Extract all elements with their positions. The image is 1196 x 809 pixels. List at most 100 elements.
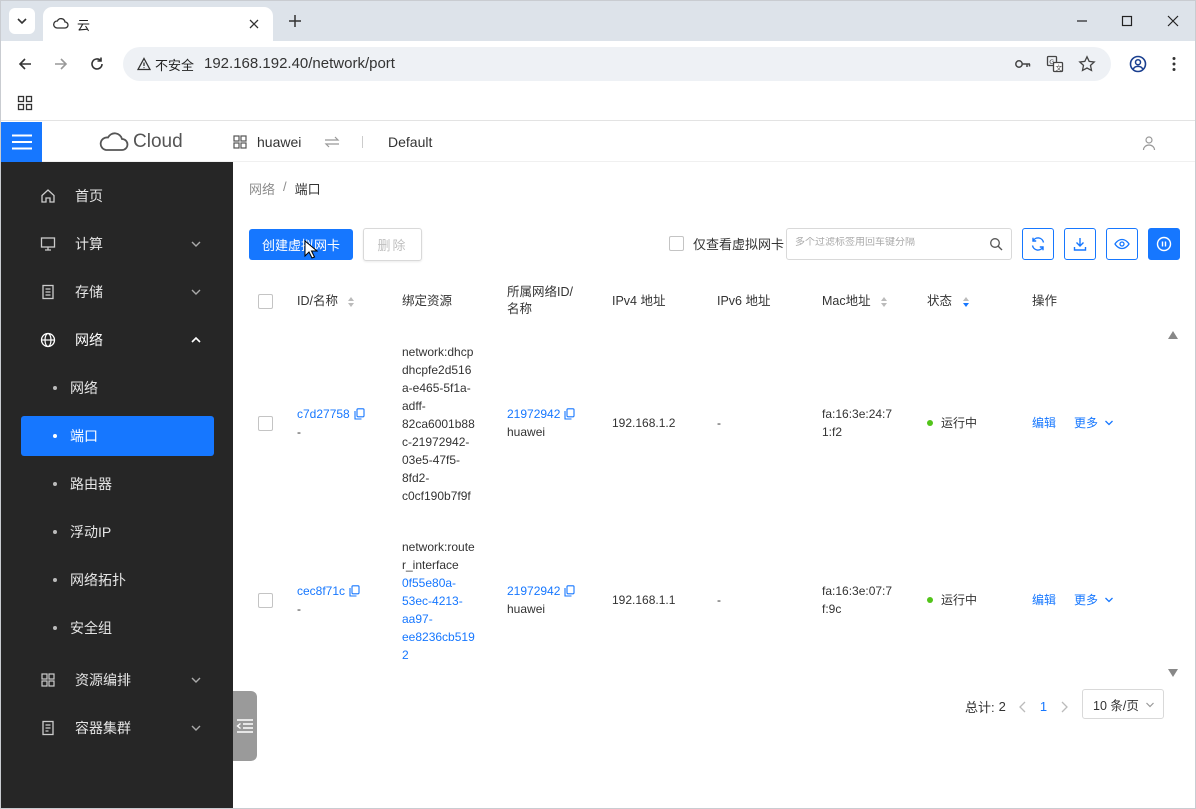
- app-logo[interactable]: Cloud: [99, 131, 183, 153]
- sidebar-item-orchestration[interactable]: 资源编排: [1, 656, 233, 704]
- maximize-icon: [1121, 15, 1133, 27]
- security-indicator[interactable]: 不安全: [131, 52, 200, 76]
- password-key-icon[interactable]: [1013, 54, 1033, 74]
- ipv6-cell: -: [717, 416, 721, 430]
- back-button[interactable]: [13, 52, 37, 76]
- column-visibility-button[interactable]: [1106, 228, 1138, 260]
- minimize-button[interactable]: [1071, 10, 1093, 32]
- region-selector[interactable]: Default: [388, 134, 432, 150]
- forward-button[interactable]: [49, 52, 73, 76]
- reload-button[interactable]: [85, 52, 109, 76]
- prev-page-icon[interactable]: [1018, 701, 1028, 713]
- scroll-down-icon[interactable]: [1167, 668, 1179, 678]
- copy-icon[interactable]: [564, 408, 575, 420]
- refresh-button[interactable]: [1022, 228, 1054, 260]
- close-tab-icon[interactable]: [245, 15, 263, 33]
- row-checkbox[interactable]: [258, 593, 273, 608]
- column-header-mac[interactable]: Mac地址: [822, 293, 888, 310]
- delete-button[interactable]: 删除: [363, 228, 422, 261]
- sidebar-subitem-label: 浮动IP: [70, 524, 112, 540]
- new-tab-button[interactable]: [285, 11, 305, 31]
- sidebar-item-home[interactable]: 首页: [1, 172, 233, 220]
- project-grid-icon: [233, 135, 247, 149]
- column-header-actions: 操作: [1032, 294, 1058, 308]
- resource-type: network:route r_interface: [402, 540, 475, 572]
- sidebar-item-storage[interactable]: 存储: [1, 268, 233, 316]
- maximize-button[interactable]: [1116, 10, 1138, 32]
- sidebar-item-label: 网络: [75, 332, 103, 348]
- sidebar-item-label: 存储: [75, 284, 103, 300]
- kebab-menu-icon: [1172, 57, 1176, 71]
- sidebar-subitem-security-group[interactable]: 安全组: [21, 608, 214, 648]
- sidebar-subitem-router[interactable]: 路由器: [21, 464, 214, 504]
- sidebar-subitem-floating-ip[interactable]: 浮动IP: [21, 512, 214, 552]
- profile-button[interactable]: [1126, 52, 1150, 76]
- project-selector[interactable]: huawei: [233, 134, 301, 150]
- page-size-select[interactable]: 10 条/页: [1082, 689, 1164, 719]
- copy-icon[interactable]: [564, 585, 575, 597]
- translate-icon[interactable]: G文: [1045, 54, 1065, 74]
- create-virtual-nic-button[interactable]: 创建虚拟网卡: [249, 229, 353, 260]
- close-icon: [1167, 15, 1179, 27]
- chevron-down-icon: [17, 18, 27, 25]
- column-header-id[interactable]: ID/名称: [297, 293, 355, 310]
- copy-icon[interactable]: [349, 585, 360, 597]
- chevron-down-icon: [189, 721, 203, 735]
- chevron-down-icon: [189, 285, 203, 299]
- network-cell: 21972942 huawei: [507, 405, 575, 441]
- more-dropdown[interactable]: 更多: [1074, 414, 1114, 432]
- address-bar[interactable]: 不安全 192.168.192.40/network/port G文: [123, 47, 1111, 81]
- network-id-link[interactable]: 21972942: [507, 407, 560, 421]
- virtual-nic-only-filter[interactable]: 仅查看虚拟网卡: [669, 234, 784, 253]
- more-dropdown[interactable]: 更多: [1074, 591, 1114, 609]
- sidebar-collapse-button[interactable]: [233, 691, 257, 761]
- port-id-link[interactable]: c7d27758: [297, 407, 350, 421]
- sidebar-subitem-topology[interactable]: 网络拓扑: [21, 560, 214, 600]
- sidebar-subitem-port[interactable]: 端口: [21, 416, 214, 456]
- bookmark-star-icon[interactable]: [1077, 54, 1097, 74]
- copy-icon[interactable]: [354, 408, 365, 420]
- sidebar-item-compute[interactable]: 计算: [1, 220, 233, 268]
- sidebar-subitem-network[interactable]: 网络: [21, 368, 214, 408]
- select-all-checkbox[interactable]: [258, 294, 273, 309]
- info-button[interactable]: [1148, 228, 1180, 260]
- sidebar-item-network[interactable]: 网络: [1, 316, 233, 364]
- actions-cell: 编辑 更多: [1032, 591, 1114, 609]
- user-icon[interactable]: [1139, 133, 1159, 153]
- resource-id-link[interactable]: 0f55e80a- 53ec-4213- aa97- ee8236cb519 2: [402, 574, 482, 664]
- bound-resource-cell: network:dhcp dhcpfe2d516 a-e465-5f1a- ad…: [402, 343, 482, 505]
- network-id-link[interactable]: 21972942: [507, 584, 560, 598]
- close-window-button[interactable]: [1162, 10, 1184, 32]
- warning-icon: [137, 57, 151, 71]
- virtual-nic-only-checkbox[interactable]: [669, 236, 684, 251]
- browser-menu-button[interactable]: [1162, 52, 1186, 76]
- column-header-network: 所属网络ID/ 名称: [507, 285, 573, 316]
- apps-grid-icon[interactable]: [15, 93, 35, 113]
- next-page-icon[interactable]: [1059, 701, 1069, 713]
- arrow-right-icon: [55, 58, 68, 70]
- url-text[interactable]: 192.168.192.40/network/port: [204, 55, 395, 72]
- row-checkbox[interactable]: [258, 416, 273, 431]
- search-input[interactable]: [795, 237, 985, 248]
- app-header: Cloud huawei Default: [1, 122, 1195, 162]
- hamburger-icon: [11, 134, 32, 150]
- search-icon[interactable]: [989, 237, 1003, 251]
- browser-tab[interactable]: 云: [43, 7, 273, 41]
- port-id-link[interactable]: cec8f71c: [297, 584, 345, 598]
- column-header-status[interactable]: 状态: [927, 293, 970, 310]
- chevron-down-icon: [1146, 702, 1154, 708]
- breadcrumb-parent[interactable]: 网络: [249, 179, 275, 198]
- tab-list-button[interactable]: [9, 8, 35, 34]
- menu-toggle-button[interactable]: [1, 122, 42, 162]
- scroll-up-icon[interactable]: [1167, 330, 1179, 340]
- port-name: -: [297, 602, 301, 616]
- sort-desc-icon: [962, 296, 969, 307]
- sidebar-item-container-cluster[interactable]: 容器集群: [1, 704, 233, 752]
- edit-link[interactable]: 编辑: [1032, 414, 1056, 432]
- switch-project-icon[interactable]: [323, 134, 341, 150]
- page-number[interactable]: 1: [1040, 699, 1047, 714]
- download-button[interactable]: [1064, 228, 1096, 260]
- filter-search-box[interactable]: [786, 228, 1012, 260]
- arrow-left-icon: [18, 58, 31, 70]
- edit-link[interactable]: 编辑: [1032, 591, 1056, 609]
